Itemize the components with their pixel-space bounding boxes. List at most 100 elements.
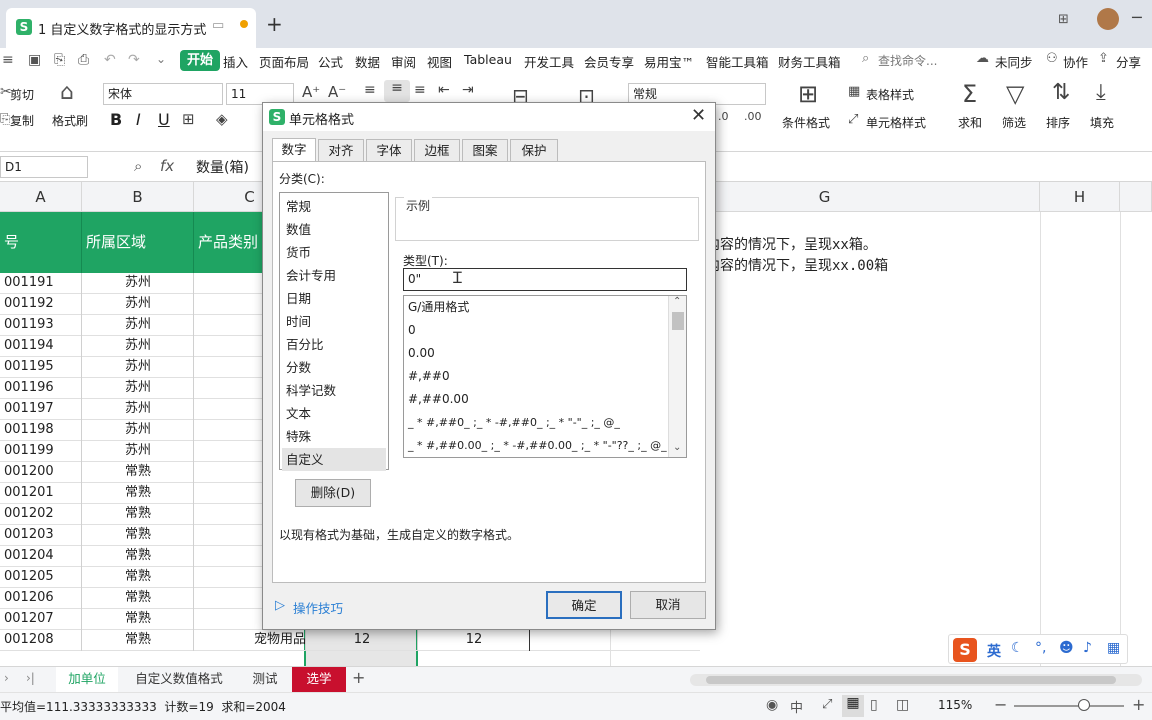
category-list[interactable]: 常规 数值 货币 会计专用 日期 时间 百分比 分数 科学记数 文本 特殊 自定…: [279, 192, 389, 471]
cell-id[interactable]: 001196: [4, 378, 80, 399]
cell-id[interactable]: 001195: [4, 357, 80, 378]
font-name-select[interactable]: 宋体: [103, 83, 223, 105]
cell-id[interactable]: 001205: [4, 567, 80, 588]
ime-language[interactable]: 英: [987, 641, 1001, 661]
cell-id[interactable]: 001206: [4, 588, 80, 609]
cell-region[interactable]: 苏州: [82, 441, 194, 462]
collab-button[interactable]: 协作: [1063, 52, 1088, 71]
zoom-slider[interactable]: [1014, 705, 1124, 707]
zoom-search-icon[interactable]: ⌕: [134, 157, 142, 175]
cell-region[interactable]: 常熟: [82, 462, 194, 483]
undo-icon[interactable]: ↶: [104, 52, 116, 68]
cell-id[interactable]: 001194: [4, 336, 80, 357]
eye-protect-icon[interactable]: ◉: [766, 697, 778, 713]
format-list-scrollbar[interactable]: ⌃ ⌄: [668, 296, 686, 457]
cell-id[interactable]: 001193: [4, 315, 80, 336]
font-grow-icon[interactable]: A⁺: [302, 83, 320, 101]
copy-button[interactable]: 复制: [10, 112, 34, 129]
page-layout-view-icon[interactable]: ▯: [870, 697, 878, 713]
fill-button[interactable]: 填充: [1090, 114, 1114, 131]
indent-decrease-icon[interactable]: ⇤: [438, 82, 450, 98]
scroll-thumb[interactable]: [672, 312, 684, 330]
zoom-level[interactable]: 115%: [938, 698, 972, 712]
emoji-icon[interactable]: ☻: [1059, 640, 1074, 656]
cell-id[interactable]: 001202: [4, 504, 80, 525]
page-break-view-icon[interactable]: ◫: [896, 697, 909, 713]
cell-region[interactable]: 常熟: [82, 588, 194, 609]
cell-id[interactable]: 001207: [4, 609, 80, 630]
scroll-down-icon[interactable]: ⌄: [673, 442, 681, 453]
note-line-1[interactable]: 内容的情况下，呈现xx箱。: [706, 234, 877, 254]
sum-button[interactable]: 求和: [958, 114, 982, 131]
cell-region[interactable]: 常熟: [82, 609, 194, 630]
language-icon[interactable]: 中: [790, 697, 803, 716]
cell-id[interactable]: 001199: [4, 441, 80, 462]
indent-increase-icon[interactable]: ⇥: [462, 82, 474, 98]
cell-region[interactable]: 常熟: [82, 567, 194, 588]
punctuation-icon[interactable]: °,: [1035, 640, 1046, 656]
cell-id[interactable]: 001203: [4, 525, 80, 546]
cut-button[interactable]: 剪切: [10, 86, 34, 103]
border-icon[interactable]: ⊞: [182, 110, 195, 128]
fill-color-icon[interactable]: ◈: [216, 110, 228, 128]
format-item[interactable]: 0: [408, 319, 416, 342]
tab-alignment[interactable]: 对齐: [318, 139, 364, 161]
keyboard-icon[interactable]: ▦: [1107, 640, 1120, 656]
name-box[interactable]: D1: [0, 156, 88, 178]
close-icon[interactable]: ✕: [691, 105, 706, 126]
cell-region[interactable]: 苏州: [82, 399, 194, 420]
cell-style-button[interactable]: 单元格样式: [866, 114, 926, 131]
cell-region[interactable]: 苏州: [82, 378, 194, 399]
category-item[interactable]: 货币: [282, 241, 386, 264]
tab-review[interactable]: 审阅: [391, 52, 416, 71]
zoom-in-icon[interactable]: +: [1132, 695, 1145, 714]
sogou-logo-icon[interactable]: S: [953, 638, 977, 662]
tab-preview-icon[interactable]: ▭: [212, 18, 224, 33]
horizontal-scrollbar[interactable]: [690, 674, 1142, 686]
italic-icon[interactable]: I: [136, 110, 141, 129]
document-tab[interactable]: S 1 自定义数字格式的显示方式 ▭: [6, 8, 256, 48]
font-shrink-icon[interactable]: A⁻: [328, 83, 346, 101]
cell-quantity[interactable]: 12: [306, 630, 418, 651]
cell-region[interactable]: 苏州: [82, 336, 194, 357]
category-item[interactable]: 特殊: [282, 425, 386, 448]
cell-quantity-2[interactable]: 12: [418, 630, 530, 651]
column-header-a[interactable]: A: [0, 182, 82, 212]
cell-id[interactable]: 001197: [4, 399, 80, 420]
tab-font[interactable]: 字体: [366, 139, 412, 161]
header-cell-region[interactable]: 所属区域: [82, 212, 194, 273]
scroll-up-icon[interactable]: ⌃: [673, 296, 681, 307]
normal-view-icon[interactable]: ▦: [842, 695, 864, 717]
user-avatar[interactable]: [1097, 8, 1119, 30]
column-header-h[interactable]: H: [1040, 182, 1120, 212]
tab-protection[interactable]: 保护: [510, 139, 558, 161]
format-item[interactable]: #,##0: [408, 365, 450, 388]
underline-icon[interactable]: U: [158, 110, 170, 129]
sheet-tab[interactable]: 自定义数值格式: [124, 667, 234, 692]
menu-arrow-icon[interactable]: ≡: [2, 52, 14, 68]
format-list[interactable]: G/通用格式 0 0.00 #,##0 #,##0.00 _ * #,##0_ …: [403, 295, 687, 458]
cell-category[interactable]: 宠物用品: [194, 630, 306, 651]
zoom-out-icon[interactable]: −: [994, 695, 1007, 714]
format-item[interactable]: #,##0.00: [408, 388, 469, 411]
category-item[interactable]: 日期: [282, 287, 386, 310]
cell-region[interactable]: 常熟: [82, 525, 194, 546]
category-item[interactable]: 会计专用: [282, 264, 386, 287]
cell-region[interactable]: 常熟: [82, 546, 194, 567]
export-icon[interactable]: ⎘: [54, 52, 65, 68]
cell-region[interactable]: 苏州: [82, 357, 194, 378]
tab-data[interactable]: 数据: [355, 52, 380, 71]
table-style-button[interactable]: 表格样式: [866, 86, 914, 103]
filter-button[interactable]: 筛选: [1002, 114, 1026, 131]
microphone-icon[interactable]: ♪: [1083, 640, 1092, 656]
cell-region[interactable]: 常熟: [82, 504, 194, 525]
bold-icon[interactable]: B: [110, 110, 122, 129]
sheet-tab-red[interactable]: 选学: [292, 667, 346, 692]
horizontal-scroll-thumb[interactable]: [706, 676, 1116, 684]
command-search[interactable]: 查找命令...: [878, 52, 937, 69]
tab-pattern[interactable]: 图案: [462, 139, 508, 161]
increase-decimal-icon[interactable]: .0: [718, 110, 729, 123]
tab-page-layout[interactable]: 页面布局: [259, 52, 309, 71]
new-tab-icon[interactable]: +: [266, 12, 283, 36]
tab-start[interactable]: 开始: [180, 50, 220, 71]
